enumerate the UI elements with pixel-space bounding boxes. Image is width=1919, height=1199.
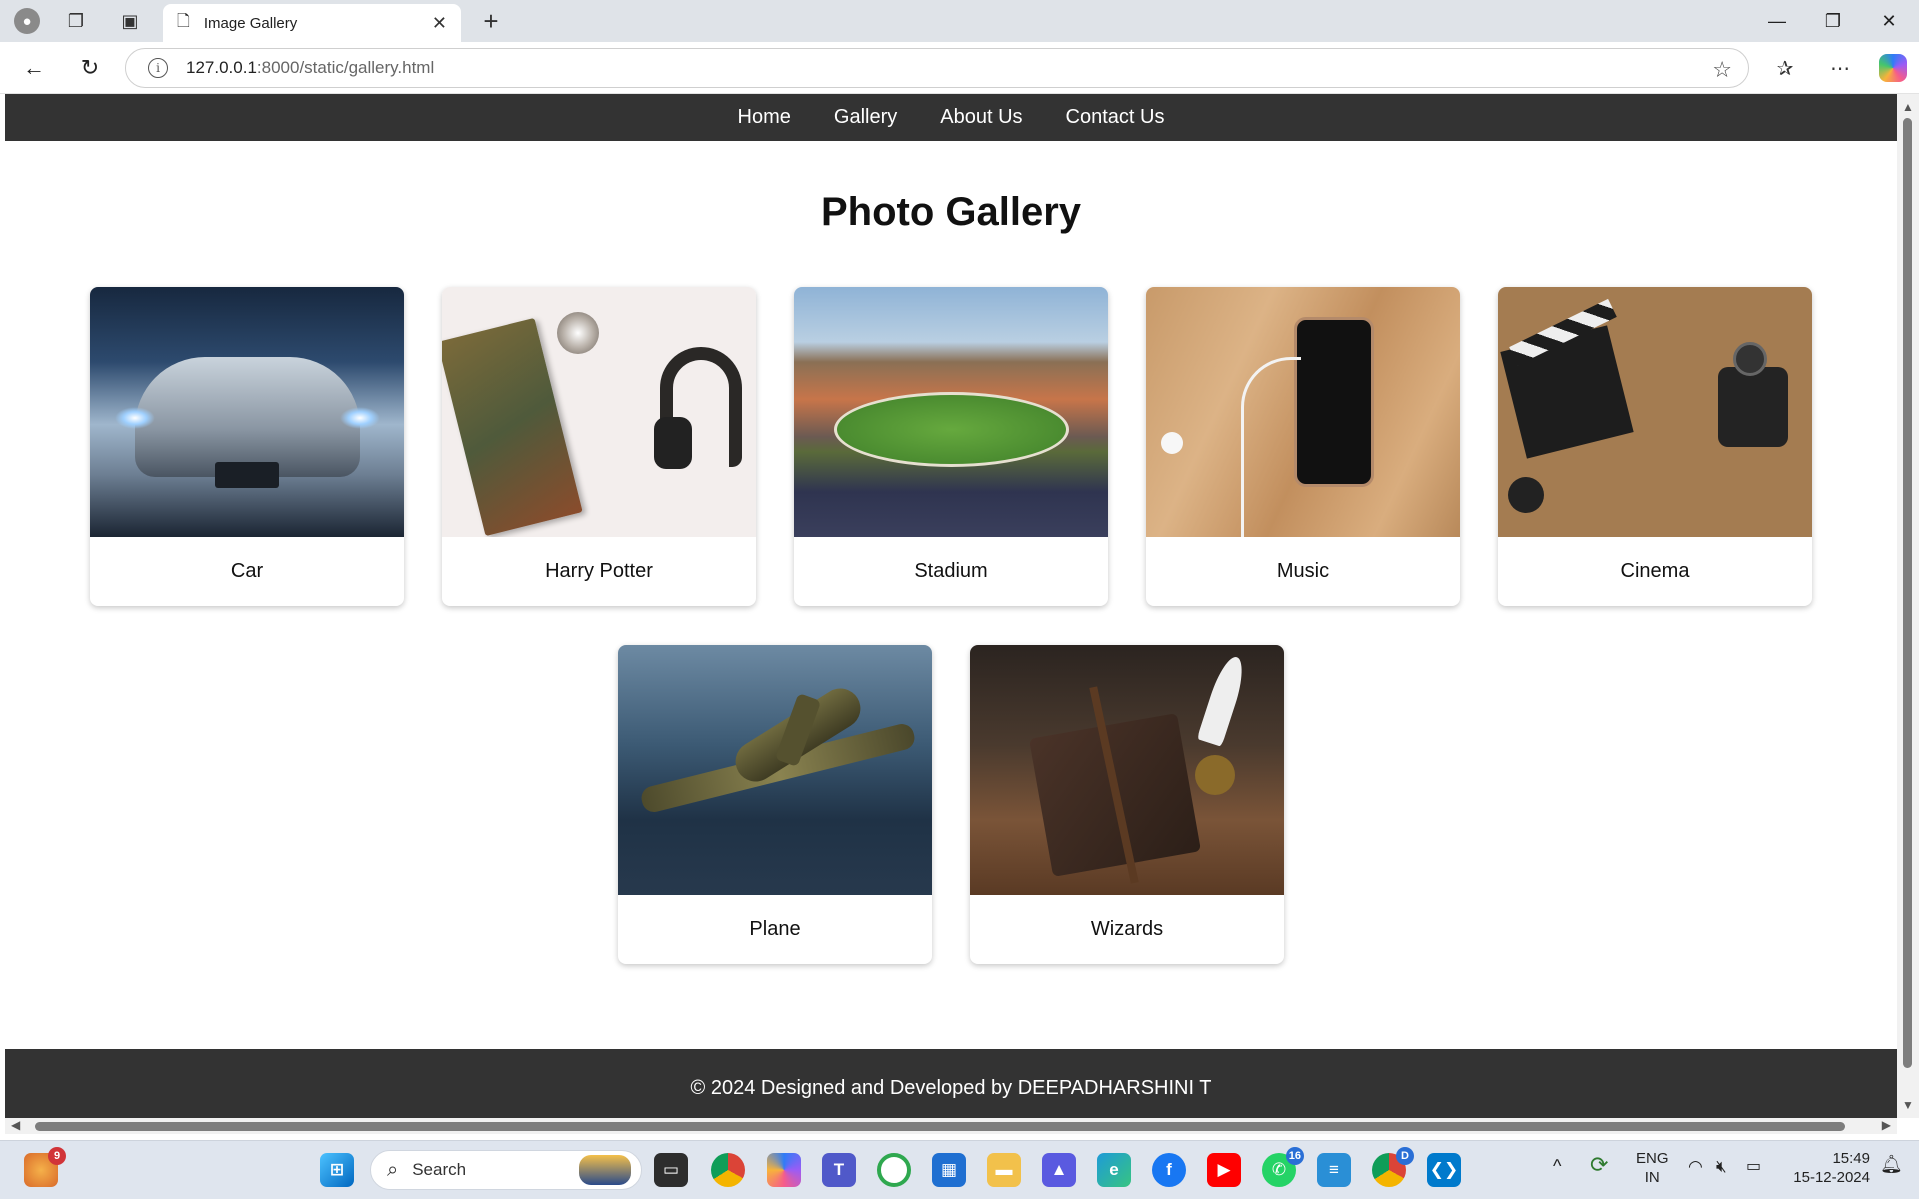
clock-date: 15-12-2024 (1793, 1169, 1870, 1186)
start-windows-icon[interactable]: ⊞ (320, 1153, 354, 1187)
card-caption: Cinema (1620, 560, 1690, 582)
copilot-icon[interactable] (1879, 54, 1907, 82)
task-view-icon[interactable]: ▭ (654, 1153, 688, 1187)
restore-icon[interactable]: ❐ (1818, 6, 1848, 36)
browser-tab-strip: ● ❐ ▣ 🗋 Image Gallery ✕ + — ❐ ✕ (0, 0, 1919, 42)
edge-icon[interactable]: e (1097, 1153, 1131, 1187)
card-caption: Wizards (1090, 918, 1164, 940)
favorites-icon[interactable]: ✰ (1771, 54, 1799, 82)
chrome-icon[interactable] (711, 1153, 745, 1187)
nav-contact-link[interactable]: Contact Us (1066, 106, 1165, 129)
minimize-icon[interactable]: — (1762, 6, 1792, 36)
weather-badge: 9 (48, 1147, 66, 1165)
whatsapp-badge: 16 (1285, 1147, 1304, 1165)
language-code: ENG (1636, 1150, 1669, 1167)
gallery-card[interactable]: Music (1146, 287, 1460, 606)
scroll-left-icon[interactable]: ◀ (11, 1118, 20, 1132)
page-icon: 🗋 (177, 12, 190, 30)
scroll-right-icon[interactable]: ▶ (1882, 1118, 1891, 1132)
speaker-muted-icon[interactable]: 🔇︎ (1716, 1157, 1727, 1176)
address-bar-row: ← ↻ i 127.0.0.1:8000/static/gallery.html… (0, 42, 1919, 94)
taskbar: 9 ⊞ ⌕ Search ▭ T ▦ ▬ ▲ e f ▶ ✆ 16 ≡ D ❮❯… (0, 1140, 1919, 1199)
youtube-icon[interactable]: ▶ (1207, 1153, 1241, 1187)
gallery-card[interactable]: Car (90, 287, 404, 606)
taskbar-search[interactable]: ⌕ Search (370, 1150, 642, 1190)
sync-app-icon[interactable] (877, 1153, 911, 1187)
gallery-card[interactable]: Cinema (1498, 287, 1812, 606)
teams-icon[interactable]: T (822, 1153, 856, 1187)
page-viewport: Home Gallery About Us Contact Us Photo G… (5, 94, 1897, 1118)
card-caption: Plane (749, 918, 801, 940)
vertical-tabs-icon[interactable]: ▣ (117, 8, 143, 34)
copilot-taskbar-icon[interactable] (767, 1153, 801, 1187)
card-caption: Music (1276, 560, 1330, 582)
region-code: IN (1644, 1169, 1660, 1186)
search-highlight-icon (579, 1155, 631, 1185)
close-window-icon[interactable]: ✕ (1874, 6, 1904, 36)
clock-time: 15:49 (1832, 1150, 1870, 1167)
music-photo (1146, 287, 1460, 537)
footer-text: © 2024 Designed and Developed by DEEPADH… (690, 1077, 1212, 1099)
card-caption: Harry Potter (545, 560, 653, 582)
stadium-photo (794, 287, 1108, 537)
url-path: :8000/static/gallery.html (256, 58, 435, 77)
close-tab-icon[interactable]: ✕ (432, 13, 447, 34)
more-options-icon[interactable]: ⋯ (1826, 54, 1854, 82)
car-photo (90, 287, 404, 537)
profile-icon[interactable]: ● (14, 8, 40, 34)
gallery-card[interactable]: Wizards (970, 645, 1284, 964)
show-hidden-icons-chevron[interactable]: ^ (1553, 1157, 1561, 1176)
app-launcher-icon[interactable]: ▲ (1042, 1153, 1076, 1187)
card-caption: Car (230, 560, 264, 582)
battery-icon[interactable]: ▭ (1746, 1157, 1761, 1176)
back-icon[interactable]: ← (20, 54, 48, 82)
weather-widget-icon[interactable]: 9 (24, 1147, 66, 1187)
notepad-icon[interactable]: ≡ (1317, 1153, 1351, 1187)
sync-status-icon[interactable]: ⟳ (1590, 1154, 1608, 1176)
tab-title: Image Gallery (203, 14, 298, 32)
horizontal-scroll-thumb[interactable] (35, 1122, 1845, 1131)
workspaces-icon[interactable]: ❐ (63, 8, 89, 34)
chrome-profile-badge: D (1396, 1147, 1414, 1165)
scroll-down-icon[interactable]: ▼ (1902, 1098, 1914, 1112)
language-indicator[interactable]: ENG IN (1636, 1149, 1669, 1187)
page-title: Photo Gallery (820, 190, 1082, 234)
site-navbar: Home Gallery About Us Contact Us (5, 94, 1897, 141)
plane-photo (618, 645, 932, 895)
facebook-icon[interactable]: f (1152, 1153, 1186, 1187)
microsoft-store-icon[interactable]: ▦ (932, 1153, 966, 1187)
url-host: 127.0.0.1 (186, 58, 257, 77)
nav-home-link[interactable]: Home (738, 106, 791, 129)
gallery-card[interactable]: Harry Potter (442, 287, 756, 606)
vscode-icon[interactable]: ❮❯ (1427, 1153, 1461, 1187)
clock[interactable]: 15:49 15-12-2024 (1786, 1149, 1870, 1187)
harry-potter-photo (442, 287, 756, 537)
gallery-card[interactable]: Stadium (794, 287, 1108, 606)
search-placeholder: Search (412, 1160, 467, 1179)
tab-image-gallery[interactable]: 🗋 Image Gallery ✕ (163, 4, 461, 42)
vertical-scroll-thumb[interactable] (1903, 118, 1912, 1068)
gallery-card[interactable]: Plane (618, 645, 932, 964)
scroll-up-icon[interactable]: ▲ (1902, 100, 1914, 114)
file-explorer-icon[interactable]: ▬ (987, 1153, 1021, 1187)
address-bar[interactable]: i 127.0.0.1:8000/static/gallery.html ☆ (125, 48, 1749, 88)
whatsapp-icon[interactable]: ✆ 16 (1262, 1147, 1304, 1187)
wifi-icon[interactable]: ◠ (1688, 1157, 1703, 1176)
search-icon: ⌕ (387, 1158, 399, 1181)
vertical-scrollbar[interactable]: ▲ ▼ (1897, 94, 1919, 1118)
notifications-bell-icon[interactable]: 🔔︎ (1880, 1155, 1903, 1174)
new-tab-icon[interactable]: + (478, 6, 504, 36)
card-caption: Stadium (914, 560, 988, 582)
cinema-photo (1498, 287, 1812, 537)
reload-icon[interactable]: ↻ (76, 54, 104, 82)
wizards-photo (970, 645, 1284, 895)
favorite-star-icon[interactable]: ☆ (1712, 57, 1732, 83)
horizontal-scrollbar[interactable]: ◀ ▶ (5, 1118, 1897, 1134)
chrome-profile-icon[interactable]: D (1372, 1147, 1414, 1187)
nav-gallery-link[interactable]: Gallery (834, 106, 897, 129)
site-footer: © 2024 Designed and Developed by DEEPADH… (5, 1049, 1897, 1118)
site-info-icon[interactable]: i (148, 58, 168, 78)
nav-about-link[interactable]: About Us (940, 106, 1022, 129)
